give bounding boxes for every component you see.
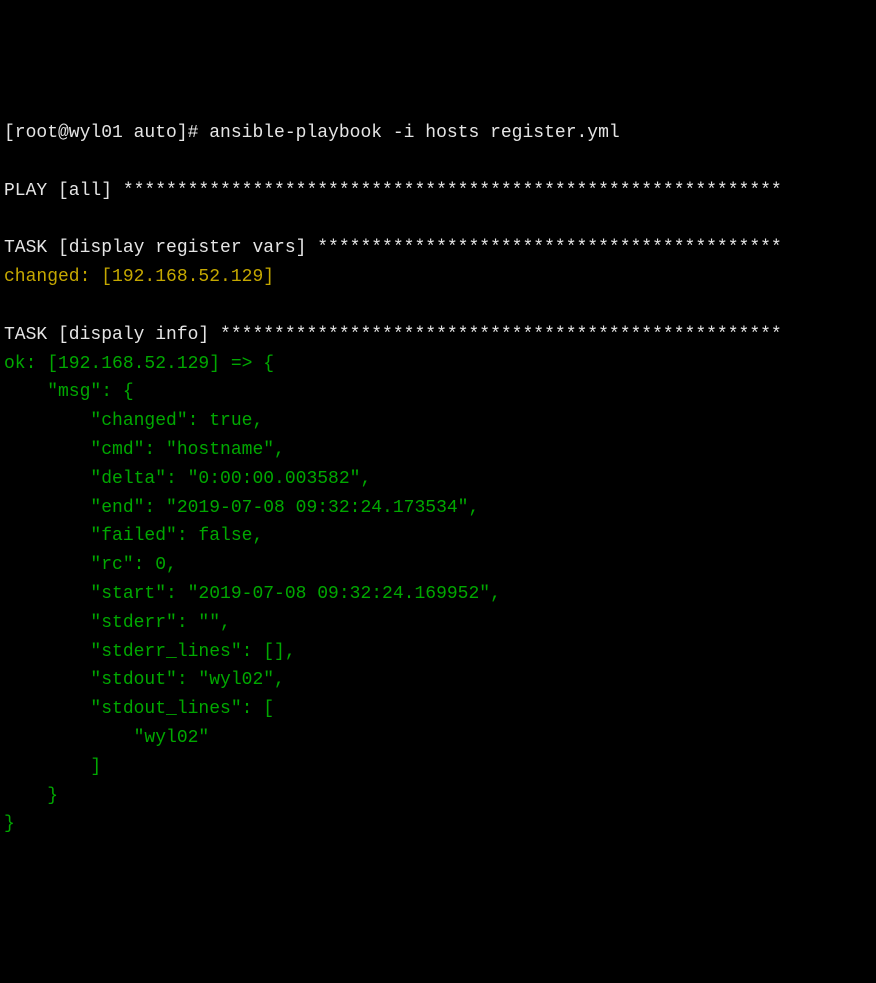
task2-status: ok: [192.168.52.129] => { [4, 350, 872, 379]
msg-end: "end": "2019-07-08 09:32:24.173534", [4, 494, 872, 523]
command-text: ansible-playbook -i hosts register.yml [209, 123, 619, 143]
obj-close: } [4, 810, 872, 839]
msg-stdout-lines-close: ] [4, 753, 872, 782]
task1-header: TASK [display register vars] ***********… [4, 234, 872, 263]
task1-status: changed: [192.168.52.129] [4, 263, 872, 292]
msg-stderr-lines: "stderr_lines": [], [4, 638, 872, 667]
msg-stdout-lines-open: "stdout_lines": [ [4, 695, 872, 724]
msg-start: "start": "2019-07-08 09:32:24.169952", [4, 580, 872, 609]
msg-failed: "failed": false, [4, 522, 872, 551]
msg-cmd: "cmd": "hostname", [4, 436, 872, 465]
msg-stdout: "stdout": "wyl02", [4, 666, 872, 695]
msg-stderr: "stderr": "", [4, 609, 872, 638]
prompt-line: [root@wyl01 auto]# ansible-playbook -i h… [4, 119, 872, 148]
play-header: PLAY [all] *****************************… [4, 177, 872, 206]
msg-changed: "changed": true, [4, 407, 872, 436]
msg-rc: "rc": 0, [4, 551, 872, 580]
msg-stdout-lines-item: "wyl02" [4, 724, 872, 753]
msg-open: "msg": { [4, 378, 872, 407]
shell-prompt: [root@wyl01 auto]# [4, 123, 209, 143]
task2-header: TASK [dispaly info] ********************… [4, 321, 872, 350]
msg-close: } [4, 782, 872, 811]
msg-delta: "delta": "0:00:00.003582", [4, 465, 872, 494]
